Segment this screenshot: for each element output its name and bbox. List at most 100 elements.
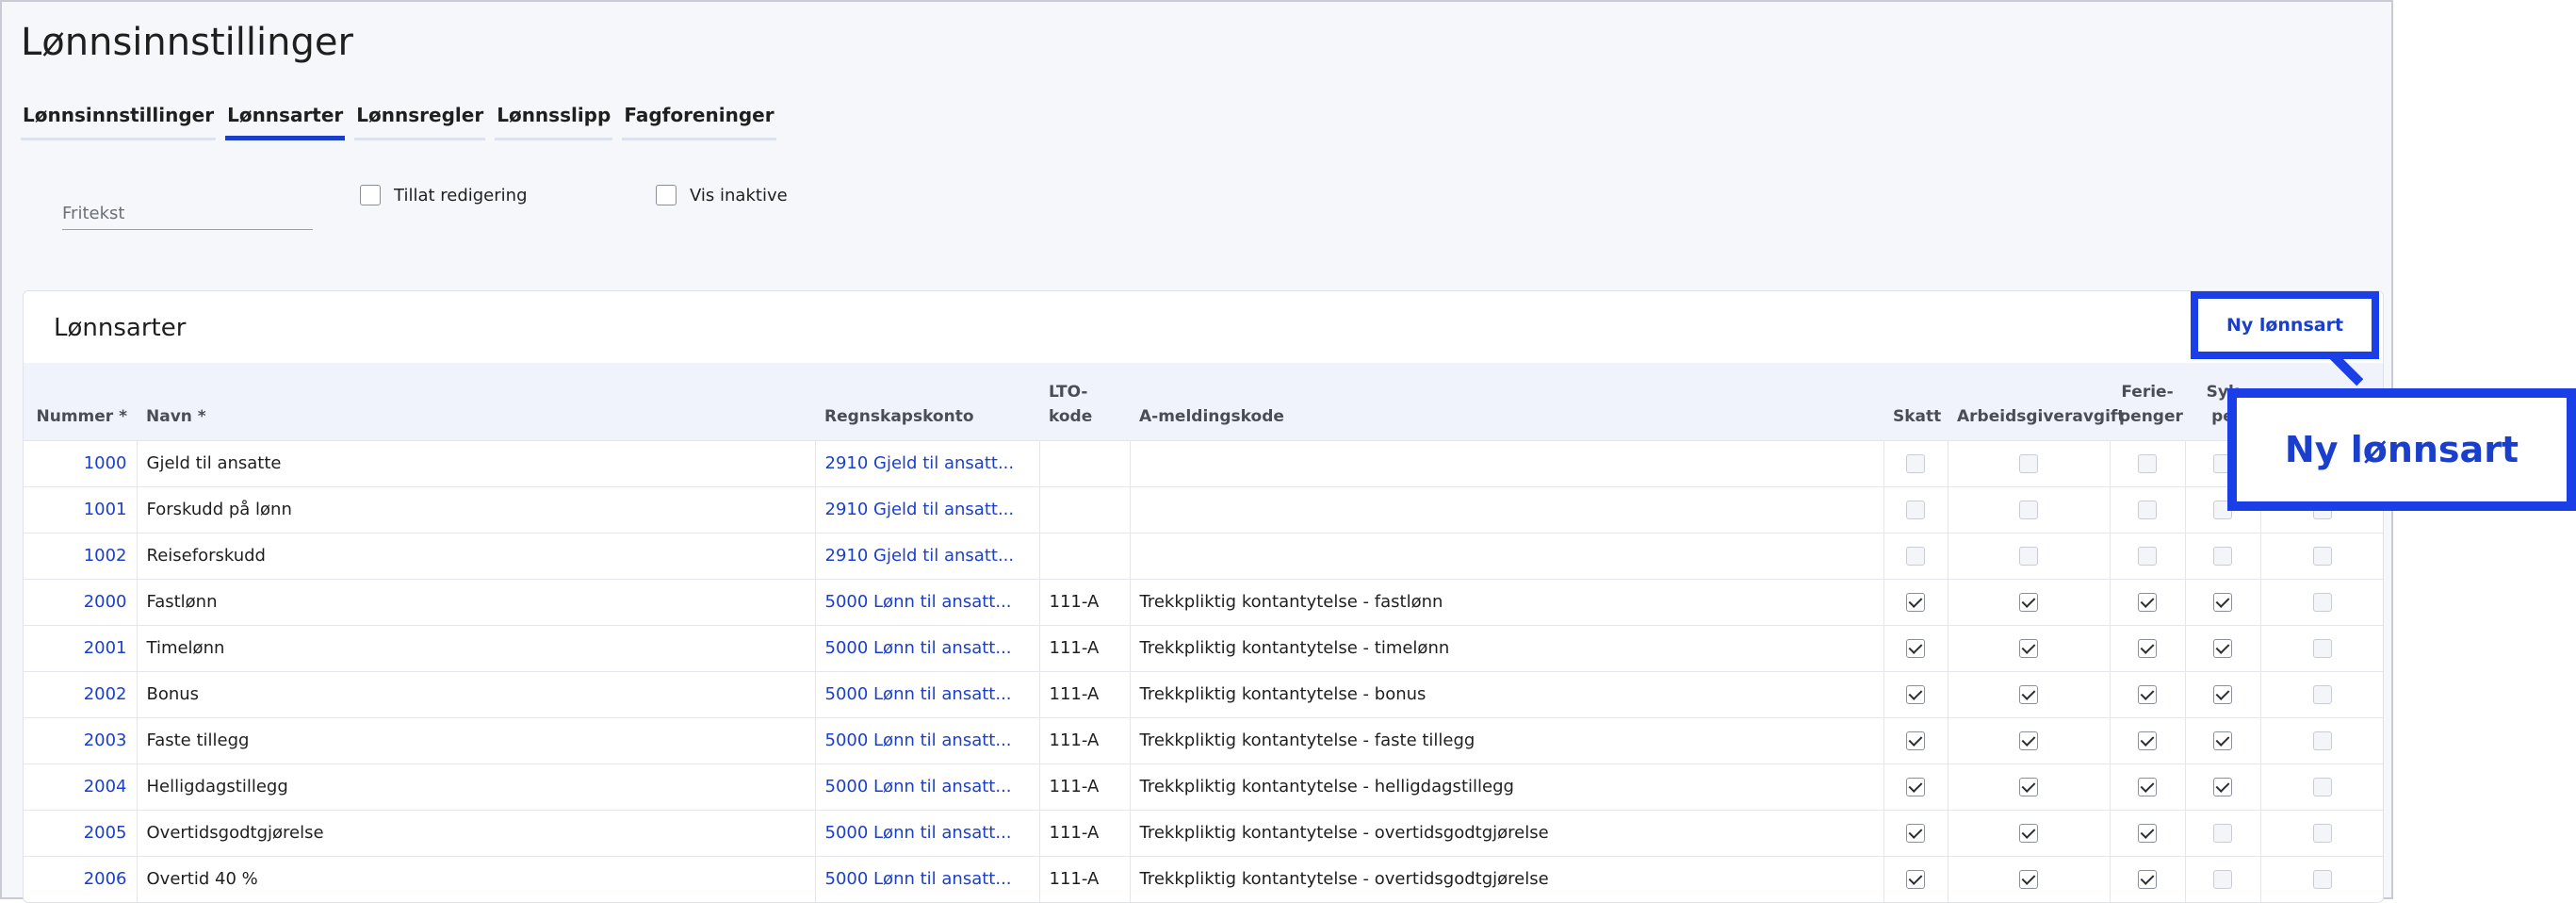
extra-checkbox[interactable] — [2313, 593, 2333, 612]
syke-checkbox[interactable] — [2213, 778, 2232, 796]
tab-lonnsslipp[interactable]: Lønnsslipp — [495, 100, 613, 140]
ferie-checkbox[interactable] — [2138, 731, 2157, 750]
cell-nummer[interactable]: 2003 — [24, 716, 137, 763]
table-row[interactable]: 1000 Gjeld til ansatte 2910 Gjeld til ansa… — [24, 439, 2383, 486]
syke-checkbox[interactable] — [2213, 685, 2232, 704]
table-row[interactable]: 2001 Timelønn 5000 Lønn til ansatt... 111-A… — [24, 624, 2383, 671]
ferie-checkbox[interactable] — [2138, 593, 2157, 612]
extra-checkbox[interactable] — [2313, 731, 2333, 750]
ferie-checkbox[interactable] — [2138, 639, 2157, 658]
aga-checkbox[interactable] — [2019, 547, 2038, 566]
skatt-checkbox[interactable] — [1906, 870, 1925, 889]
table-row[interactable]: 1002 Reiseforskudd 2910 Gjeld til ansatt..… — [24, 532, 2383, 579]
show-inactive-checkbox[interactable] — [656, 185, 677, 205]
table-row[interactable]: 2003 Faste tillegg 5000 Lønn til ansatt...… — [24, 716, 2383, 763]
cell-a-meldingskode: Trekkpliktig kontantytelse - overtidsgod… — [1129, 809, 1883, 856]
cell-regnskapskonto[interactable]: 5000 Lønn til ansatt... — [814, 578, 1039, 625]
ferie-checkbox[interactable] — [2138, 685, 2157, 704]
tab-fagforeninger[interactable]: Fagforeninger — [622, 100, 776, 140]
col-header-nummer[interactable]: Nummer * — [24, 363, 137, 440]
cell-lto-kode — [1038, 532, 1130, 579]
syke-checkbox[interactable] — [2213, 731, 2232, 750]
aga-checkbox[interactable] — [2019, 778, 2038, 796]
cell-regnskapskonto[interactable]: 2910 Gjeld til ansatt... — [814, 532, 1039, 579]
col-header-skatt[interactable]: Skatt — [1883, 363, 1948, 440]
aga-checkbox[interactable] — [2019, 454, 2038, 473]
col-header-arbeidsgiveravgift[interactable]: Arbeidsgiveravgift — [1948, 363, 2125, 440]
extra-checkbox[interactable] — [2313, 870, 2333, 889]
cell-regnskapskonto[interactable]: 5000 Lønn til ansatt... — [814, 855, 1039, 902]
allow-edit-toggle[interactable]: Tillat redigering — [360, 185, 528, 205]
table-row[interactable]: 2000 Fastlønn 5000 Lønn til ansatt... 111-A… — [24, 578, 2383, 625]
table-row[interactable]: 2002 Bonus 5000 Lønn til ansatt... 111-A Tre… — [24, 670, 2383, 717]
extra-checkbox[interactable] — [2313, 685, 2333, 704]
skatt-checkbox[interactable] — [1906, 454, 1925, 473]
col-header-lto-kode[interactable]: LTO-kode — [1039, 363, 1130, 440]
ferie-checkbox[interactable] — [2138, 778, 2157, 796]
table-row[interactable]: 2005 Overtidsgodtgjørelse 5000 Lønn til an… — [24, 809, 2383, 856]
cell-nummer[interactable]: 2004 — [24, 763, 137, 810]
syke-checkbox[interactable] — [2213, 824, 2232, 843]
extra-checkbox[interactable] — [2313, 547, 2333, 566]
cell-regnskapskonto[interactable]: 5000 Lønn til ansatt... — [814, 763, 1039, 810]
cell-nummer[interactable]: 1001 — [24, 485, 137, 533]
aga-checkbox[interactable] — [2019, 639, 2038, 658]
col-header-navn[interactable]: Navn * — [137, 363, 815, 440]
cell-regnskapskonto[interactable]: 2910 Gjeld til ansatt... — [814, 485, 1039, 533]
search-input[interactable] — [62, 198, 313, 230]
cell-regnskapskonto[interactable]: 5000 Lønn til ansatt... — [814, 670, 1039, 717]
col-header-regnskapskonto[interactable]: Regnskapskonto — [815, 363, 1039, 440]
skatt-checkbox[interactable] — [1906, 501, 1925, 519]
tab-lonnsregler[interactable]: Lønnsregler — [354, 100, 486, 140]
cell-nummer[interactable]: 2006 — [24, 855, 137, 902]
ferie-checkbox[interactable] — [2138, 824, 2157, 843]
table-row[interactable]: 2006 Overtid 40 % 5000 Lønn til ansatt... 1… — [24, 855, 2383, 902]
tab-lonnsarter[interactable]: Lønnsarter — [225, 100, 346, 140]
skatt-checkbox[interactable] — [1906, 824, 1925, 843]
cell-ferie — [2109, 716, 2185, 763]
aga-checkbox[interactable] — [2019, 685, 2038, 704]
skatt-checkbox[interactable] — [1906, 639, 1925, 658]
skatt-checkbox[interactable] — [1906, 547, 1925, 566]
ferie-checkbox[interactable] — [2138, 501, 2157, 519]
cell-regnskapskonto[interactable]: 2910 Gjeld til ansatt... — [814, 439, 1039, 486]
aga-checkbox[interactable] — [2019, 731, 2038, 750]
cell-regnskapskonto[interactable]: 5000 Lønn til ansatt... — [814, 716, 1039, 763]
aga-checkbox[interactable] — [2019, 870, 2038, 889]
new-pay-type-button[interactable]: Ny lønnsart — [2191, 291, 2379, 359]
aga-checkbox[interactable] — [2019, 593, 2038, 612]
skatt-checkbox[interactable] — [1906, 593, 1925, 612]
skatt-checkbox[interactable] — [1906, 685, 1925, 704]
tab-lonnsinnstillinger[interactable]: Lønnsinnstillinger — [21, 100, 217, 140]
syke-checkbox[interactable] — [2213, 547, 2232, 566]
cell-nummer[interactable]: 1000 — [24, 439, 137, 486]
cell-nummer[interactable]: 2002 — [24, 670, 137, 717]
ferie-checkbox[interactable] — [2138, 870, 2157, 889]
cell-aga — [1947, 855, 2110, 902]
skatt-checkbox[interactable] — [1906, 778, 1925, 796]
cell-nummer[interactable]: 2000 — [24, 578, 137, 625]
extra-checkbox[interactable] — [2313, 639, 2333, 658]
cell-regnskapskonto[interactable]: 5000 Lønn til ansatt... — [814, 624, 1039, 671]
cell-regnskapskonto[interactable]: 5000 Lønn til ansatt... — [814, 809, 1039, 856]
ferie-checkbox[interactable] — [2138, 454, 2157, 473]
extra-checkbox[interactable] — [2313, 778, 2333, 796]
table-row[interactable]: 2004 Helligdagstillegg 5000 Lønn til ansat… — [24, 763, 2383, 810]
allow-edit-checkbox[interactable] — [360, 185, 381, 205]
extra-checkbox[interactable] — [2313, 824, 2333, 843]
syke-checkbox[interactable] — [2213, 870, 2232, 889]
table-row[interactable]: 1001 Forskudd på lønn 2910 Gjeld til ansat… — [24, 485, 2383, 533]
cell-nummer[interactable]: 1002 — [24, 532, 137, 579]
ferie-checkbox[interactable] — [2138, 547, 2157, 566]
cell-nummer[interactable]: 2005 — [24, 809, 137, 856]
aga-checkbox[interactable] — [2019, 501, 2038, 519]
syke-checkbox[interactable] — [2213, 593, 2232, 612]
cell-nummer[interactable]: 2001 — [24, 624, 137, 671]
col-header-a-meldingskode[interactable]: A-meldingskode — [1130, 363, 1883, 440]
show-inactive-toggle[interactable]: Vis inaktive — [656, 185, 788, 205]
syke-checkbox[interactable] — [2213, 639, 2232, 658]
lto-line1: LTO- — [1049, 382, 1088, 402]
skatt-checkbox[interactable] — [1906, 731, 1925, 750]
col-header-feriepenger[interactable]: Ferie-penger — [2110, 363, 2185, 440]
aga-checkbox[interactable] — [2019, 824, 2038, 843]
